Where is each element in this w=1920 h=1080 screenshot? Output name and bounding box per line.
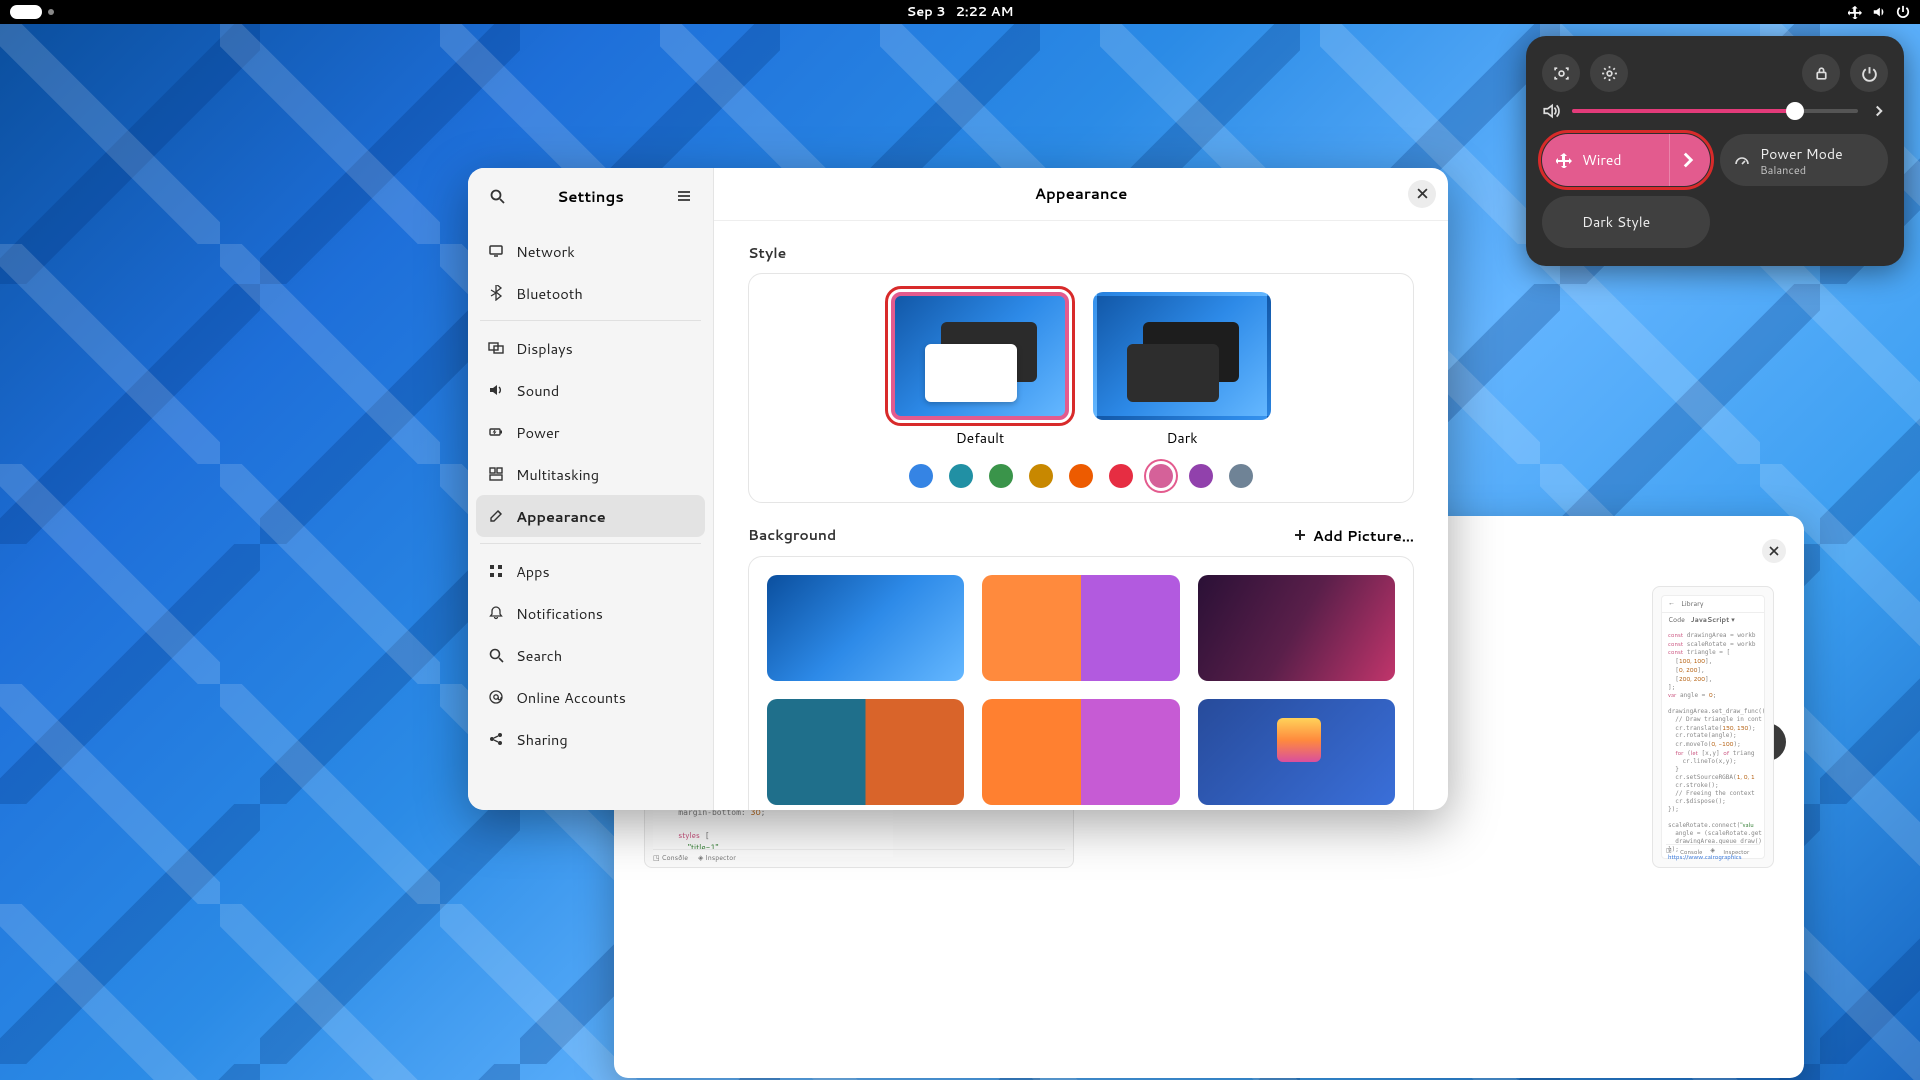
- background-item-3[interactable]: [1198, 575, 1395, 681]
- style-thumb-default: [891, 292, 1069, 420]
- accent-blue[interactable]: [909, 464, 933, 488]
- appearance-icon: [488, 508, 504, 524]
- lock-icon: [1813, 65, 1830, 82]
- chevron-right-icon[interactable]: [1870, 102, 1888, 120]
- quick-settings-panel: Wired Power ModeBalanced Dark Style: [1526, 36, 1904, 266]
- settings-close-button[interactable]: [1408, 180, 1436, 208]
- style-option-dark[interactable]: Dark: [1093, 292, 1271, 448]
- background-item-1[interactable]: [767, 575, 964, 681]
- sidebar-header: Settings: [468, 168, 713, 224]
- qs-volume-row: [1542, 102, 1888, 120]
- background-item-2[interactable]: [982, 575, 1179, 681]
- wired-icon: [1556, 152, 1572, 168]
- accent-slate[interactable]: [1229, 464, 1253, 488]
- accent-yellow[interactable]: [1029, 464, 1053, 488]
- accent-green[interactable]: [989, 464, 1013, 488]
- software-close-button[interactable]: [1762, 539, 1786, 563]
- sidebar-item-power[interactable]: Power: [476, 411, 705, 453]
- style-card: Default Dark: [748, 273, 1414, 503]
- accent-red[interactable]: [1109, 464, 1133, 488]
- sidebar-item-bluetooth[interactable]: Bluetooth: [476, 272, 705, 314]
- gear-icon: [1601, 65, 1618, 82]
- status-area[interactable]: [1848, 5, 1910, 19]
- volume-icon: [1872, 5, 1886, 19]
- clock[interactable]: Sep 3 2:22 AM: [907, 3, 1014, 21]
- background-item-4[interactable]: [767, 699, 964, 805]
- top-date: Sep 3: [907, 3, 946, 21]
- apps-icon: [488, 563, 504, 579]
- content-title: Appearance: [1035, 183, 1128, 204]
- sidebar-item-notifications[interactable]: Notifications: [476, 592, 705, 634]
- background-item-5[interactable]: [982, 699, 1179, 805]
- hamburger-icon: [676, 188, 692, 204]
- qs-wired-button[interactable]: Wired: [1542, 134, 1710, 186]
- accent-color-row: [769, 464, 1393, 488]
- accent-orange[interactable]: [1069, 464, 1093, 488]
- workspace-dot: [48, 9, 54, 15]
- chevron-right-icon: [1680, 152, 1696, 168]
- qs-settings-button[interactable]: [1590, 54, 1628, 92]
- sidebar-list: Network Bluetooth Displays Sound Power M…: [468, 224, 713, 766]
- battery-icon: [488, 424, 504, 440]
- top-time: 2:22 AM: [956, 3, 1014, 21]
- displays-icon: [488, 340, 504, 356]
- accent-pink[interactable]: [1149, 464, 1173, 488]
- bell-icon: [488, 605, 504, 621]
- power-icon: [1896, 5, 1910, 19]
- background-label: Background: [748, 525, 836, 545]
- sidebar-item-appearance[interactable]: Appearance: [476, 495, 705, 537]
- background-card: [748, 556, 1414, 810]
- sidebar-item-search[interactable]: Search: [476, 634, 705, 676]
- sidebar-item-sound[interactable]: Sound: [476, 369, 705, 411]
- top-bar: Sep 3 2:22 AM: [0, 0, 1920, 24]
- settings-window: Settings Network Bluetooth Displays Soun…: [468, 168, 1448, 810]
- sidebar-menu-button[interactable]: [669, 181, 699, 211]
- activities-button[interactable]: [10, 5, 42, 19]
- style-label: Style: [748, 243, 1414, 263]
- search-icon: [488, 647, 504, 663]
- sidebar-search-button[interactable]: [482, 181, 512, 211]
- screenshot-2[interactable]: ← Library Code JavaScript ▾ const drawin…: [1652, 586, 1774, 868]
- accent-teal[interactable]: [949, 464, 973, 488]
- settings-content: Appearance Style Default Dark: [714, 168, 1448, 810]
- sidebar-item-network[interactable]: Network: [476, 230, 705, 272]
- qs-screenshot-button[interactable]: [1542, 54, 1580, 92]
- accent-purple[interactable]: [1189, 464, 1213, 488]
- sidebar-item-displays[interactable]: Displays: [476, 327, 705, 369]
- qs-lock-button[interactable]: [1802, 54, 1840, 92]
- qs-dark-style-button[interactable]: Dark Style: [1542, 196, 1710, 248]
- camera-frame-icon: [1553, 65, 1570, 82]
- sidebar-item-apps[interactable]: Apps: [476, 550, 705, 592]
- network-icon: [1848, 5, 1862, 19]
- screenshot-2-inner: ← Library Code JavaScript ▾ const drawin…: [1661, 595, 1765, 859]
- gauge-icon: [1734, 152, 1750, 168]
- add-picture-button[interactable]: Add Picture…: [1293, 525, 1414, 546]
- display-icon: [488, 243, 504, 259]
- search-icon: [489, 188, 505, 204]
- settings-sidebar: Settings Network Bluetooth Displays Soun…: [468, 168, 714, 810]
- share-icon: [488, 731, 504, 747]
- close-icon: [1769, 546, 1779, 556]
- close-icon: [1417, 188, 1428, 199]
- sidebar-title: Settings: [522, 186, 659, 207]
- sidebar-item-multitasking[interactable]: Multitasking: [476, 453, 705, 495]
- power-icon: [1861, 65, 1878, 82]
- sidebar-item-online-accounts[interactable]: Online Accounts: [476, 676, 705, 718]
- multitasking-icon: [488, 466, 504, 482]
- qs-wired-expand[interactable]: [1669, 134, 1696, 186]
- at-icon: [488, 689, 504, 705]
- qs-power-mode-button[interactable]: Power ModeBalanced: [1720, 134, 1888, 186]
- sidebar-item-sharing[interactable]: Sharing: [476, 718, 705, 760]
- qs-power-button[interactable]: [1850, 54, 1888, 92]
- plus-icon: [1293, 528, 1307, 542]
- volume-slider[interactable]: [1572, 109, 1858, 113]
- background-item-6[interactable]: [1198, 699, 1395, 805]
- volume-icon: [1542, 102, 1560, 120]
- style-option-default[interactable]: Default: [891, 292, 1069, 448]
- moon-icon: [1556, 214, 1572, 230]
- content-header: Appearance: [714, 168, 1448, 221]
- style-thumb-dark: [1093, 292, 1271, 420]
- sound-icon: [488, 382, 504, 398]
- bluetooth-icon: [488, 285, 504, 301]
